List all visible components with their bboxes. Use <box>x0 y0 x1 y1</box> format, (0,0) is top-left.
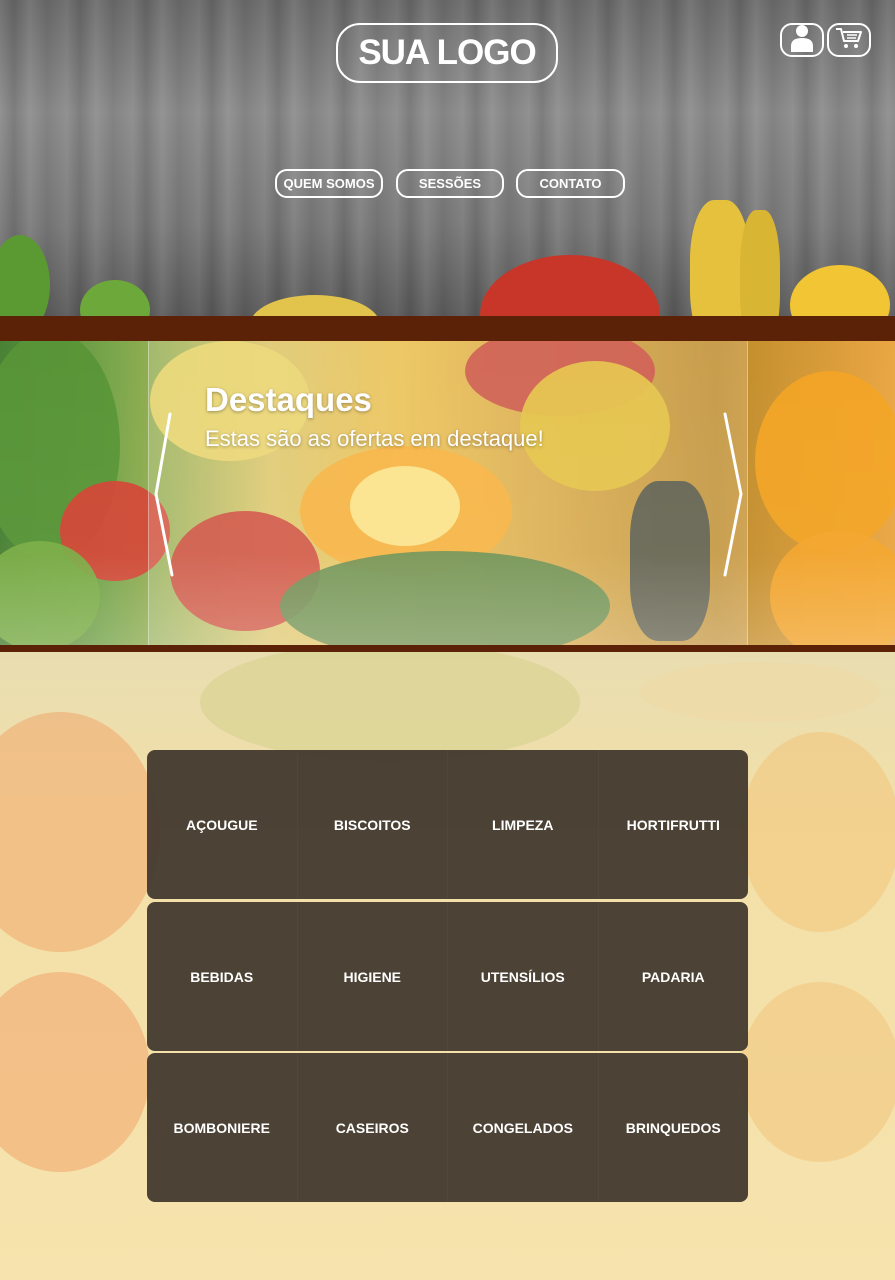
chevron-right-icon <box>721 412 745 581</box>
banner-subtitle: Estas são as ofertas em destaque! <box>205 426 544 451</box>
site-logo[interactable]: SUA LOGO <box>336 23 558 83</box>
category-padaria[interactable]: PADARIA <box>598 902 749 1051</box>
nav-quem-somos[interactable]: QUEM SOMOS <box>275 169 383 198</box>
header-fruit-decoration <box>0 190 895 320</box>
category-biscoitos[interactable]: BISCOITOS <box>297 750 448 899</box>
cart-icon <box>835 26 863 55</box>
category-row-2: BEBIDAS HIGIENE UTENSÍLIOS PADARIA <box>147 902 748 1051</box>
category-bomboniere[interactable]: BOMBONIERE <box>147 1053 297 1202</box>
banner-top-stripe <box>0 316 895 341</box>
category-higiene[interactable]: HIGIENE <box>297 902 448 1051</box>
category-limpeza[interactable]: LIMPEZA <box>447 750 598 899</box>
carousel-prev-button[interactable] <box>152 412 176 577</box>
category-caseiros[interactable]: CASEIROS <box>297 1053 448 1202</box>
category-hortifrutti[interactable]: HORTIFRUTTI <box>598 750 749 899</box>
cart-button[interactable] <box>827 23 871 57</box>
category-brinquedos[interactable]: BRINQUEDOS <box>598 1053 749 1202</box>
nav-contato[interactable]: CONTATO <box>516 169 625 198</box>
category-utensilios[interactable]: UTENSÍLIOS <box>447 902 598 1051</box>
category-row-1: AÇOUGUE BISCOITOS LIMPEZA HORTIFRUTTI <box>147 750 748 899</box>
nav-sessoes[interactable]: SESSÕES <box>396 169 504 198</box>
chevron-left-icon <box>152 412 176 581</box>
account-button[interactable] <box>780 23 824 57</box>
category-acougue[interactable]: AÇOUGUE <box>147 750 297 899</box>
highlights-banner <box>0 341 895 645</box>
user-icon <box>789 24 815 57</box>
carousel-next-button[interactable] <box>721 412 745 577</box>
category-congelados[interactable]: CONGELADOS <box>447 1053 598 1202</box>
banner-title: Destaques <box>205 381 372 418</box>
category-row-3: BOMBONIERE CASEIROS CONGELADOS BRINQUEDO… <box>147 1053 748 1202</box>
category-bebidas[interactable]: BEBIDAS <box>147 902 297 1051</box>
